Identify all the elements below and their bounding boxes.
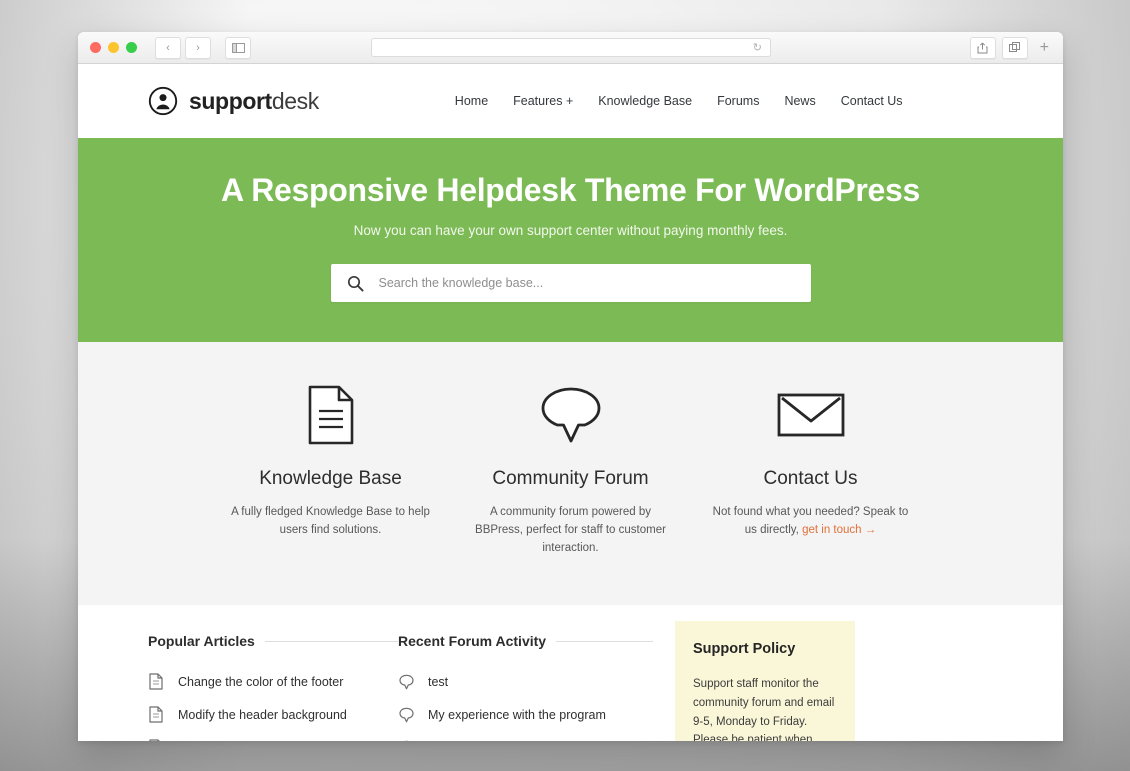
feature-description: A community forum powered by BBPress, pe… [469,504,673,557]
close-window-button[interactable] [90,42,101,53]
speech-bubble-glyph [398,707,414,723]
feature-community-forum[interactable]: Community Forum A community forum powere… [451,384,691,557]
feature-description: A fully fledged Knowledge Base to help u… [229,504,433,540]
hero-subheading: Now you can have your own support center… [353,223,788,238]
forum-topic-link[interactable]: My experience with the program [428,708,606,722]
nav-item-knowledge-base[interactable]: Knowledge Base [598,94,692,108]
url-input[interactable] [380,40,753,55]
navigation-buttons: ‹ › [155,36,211,59]
list-item[interactable]: My experience with the program [398,698,653,731]
document-icon [148,739,164,741]
document-icon [229,384,433,446]
list-item[interactable]: Change the color of the footer [148,665,398,698]
bottom-section: Popular Articles Change the color of the… [78,605,1063,741]
speech-bubble-icon [398,707,414,723]
list-item[interactable]: New Topic 2 [398,731,653,741]
envelope-glyph [777,393,844,437]
maximize-window-button[interactable] [126,42,137,53]
user-circle-icon [148,86,178,116]
logo-wordmark: supportdesk [189,88,319,115]
popular-articles-list: Change the color of the footer Modify th… [148,665,398,741]
site-logo[interactable]: supportdesk [148,86,319,116]
nav-item-news[interactable]: News [784,94,815,108]
document-glyph [149,706,163,724]
tabs-overview-icon[interactable] [1001,36,1028,59]
forum-activity-header: Recent Forum Activity [398,633,653,649]
forward-button[interactable]: › [185,36,211,59]
forum-topic-link[interactable]: test [428,675,448,689]
hero-heading: A Responsive Helpdesk Theme For WordPres… [220,172,921,208]
toolbar-right-actions: + [969,36,1055,59]
get-in-touch-link[interactable]: get in touch → [802,524,876,536]
browser-window: ‹ › ↻ + supportdesk Home Features + Know… [78,32,1063,741]
tabs-glyph [1008,41,1020,52]
minimize-window-button[interactable] [108,42,119,53]
feature-knowledge-base[interactable]: Knowledge Base A fully fledged Knowledge… [211,384,451,557]
document-icon [148,706,164,724]
forum-activity-column: Recent Forum Activity test My experience… [398,633,653,741]
sidebar-toggle-icon[interactable] [225,36,251,59]
support-policy-box: Support Policy Support staff monitor the… [675,621,855,741]
feature-title: Contact Us [763,468,858,489]
knowledge-base-search[interactable] [330,264,811,302]
heading-divider [556,640,653,642]
list-item[interactable]: Modify the header background [148,698,398,731]
logo-text-bold: support [189,87,272,114]
speech-bubble-icon [398,740,414,741]
support-policy-body: Support staff monitor the community foru… [693,678,835,741]
popular-articles-column: Popular Articles Change the color of the… [148,633,398,741]
speech-bubble-icon [469,384,673,446]
logo-text-light: desk [271,87,319,114]
document-icon [148,673,164,691]
sidebar-icon [231,42,245,53]
forum-activity-heading: Recent Forum Activity [398,633,547,650]
list-item[interactable]: CSS crash course [148,731,398,741]
article-link[interactable]: Change the color of the footer [178,675,343,689]
nav-item-features[interactable]: Features + [513,94,573,108]
nav-item-home[interactable]: Home [455,94,488,108]
hero-section: A Responsive Helpdesk Theme For WordPres… [78,138,1063,342]
window-controls [90,42,137,53]
address-bar[interactable]: ↻ [371,38,771,57]
document-glyph [149,673,163,691]
speech-bubble-icon [398,674,414,690]
feature-title: Knowledge Base [259,468,402,489]
speech-bubble-glyph [398,674,414,690]
search-icon [347,275,364,292]
envelope-icon [709,384,913,446]
reload-icon[interactable]: ↻ [753,41,762,54]
search-input[interactable] [376,275,795,291]
new-tab-button[interactable]: + [1034,39,1055,56]
heading-divider [264,640,398,642]
article-link[interactable]: Modify the header background [178,708,347,722]
popular-articles-heading: Popular Articles [148,633,255,650]
nav-item-forums[interactable]: Forums [717,94,759,108]
share-glyph [977,42,988,53]
site-header: supportdesk Home Features + Knowledge Ba… [78,64,1063,138]
document-glyph [149,739,160,741]
feature-contact-us[interactable]: Contact Us Not found what you needed? Sp… [691,384,931,557]
main-navigation: Home Features + Knowledge Base Forums Ne… [455,94,903,108]
share-icon[interactable] [969,36,996,59]
popular-articles-header: Popular Articles [148,633,398,649]
document-glyph [308,385,353,445]
features-section: Knowledge Base A fully fledged Knowledge… [78,342,1063,606]
feature-description: Not found what you needed? Speak to us d… [709,504,913,540]
nav-item-contact-us[interactable]: Contact Us [841,94,903,108]
support-policy-heading: Support Policy [693,641,796,658]
feature-title: Community Forum [492,468,649,489]
browser-toolbar: ‹ › ↻ + [78,32,1063,64]
speech-bubble-glyph [541,387,600,443]
feature-description-text: A fully fledged Knowledge Base to help u… [231,506,430,536]
back-button[interactable]: ‹ [155,36,181,59]
feature-description-text: A community forum powered by BBPress, pe… [475,506,666,554]
speech-bubble-glyph [403,740,409,741]
forum-activity-list: test My experience with the program [398,665,653,741]
list-item[interactable]: test [398,665,653,698]
